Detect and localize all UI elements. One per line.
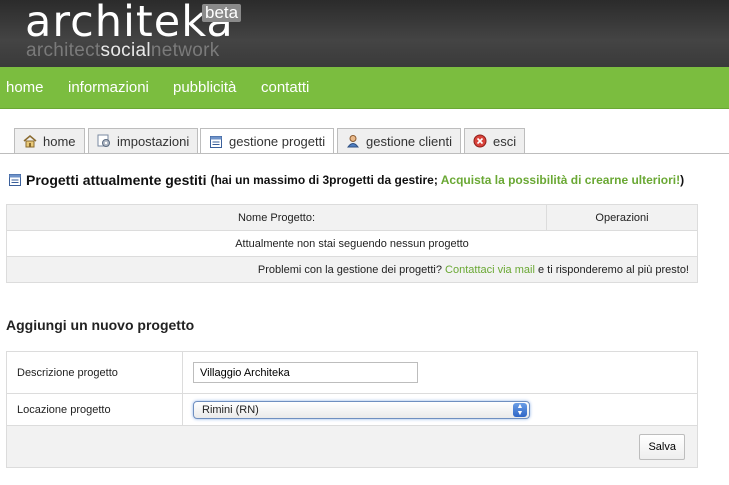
tabs-divider <box>0 153 729 154</box>
page-title: Progetti attualmente gestiti <box>26 172 207 188</box>
projects-section-title: Progetti attualmente gestiti (hai un mas… <box>8 172 684 188</box>
tagline-part-1: architect <box>26 40 101 61</box>
logo-tagline: architectsocialnetwork <box>26 40 220 62</box>
description-input[interactable] <box>193 362 418 383</box>
tagline-part-3: network <box>150 40 220 61</box>
close-circle-icon <box>473 134 487 148</box>
tab-esci[interactable]: esci <box>464 128 526 153</box>
description-label: Descrizione progetto <box>6 351 183 394</box>
help-row: Problemi con la gestione dei progetti? C… <box>6 256 698 283</box>
settings-icon <box>97 134 111 148</box>
add-project-title: Aggiungi un nuovo progetto <box>6 317 195 333</box>
limit-text: (hai un massimo di 3progetti da gestire; <box>210 173 438 187</box>
form-row-description: Descrizione progetto <box>6 351 698 394</box>
table-header-row: Nome Progetto: Operazioni <box>6 204 698 231</box>
tab-label: gestione progetti <box>229 134 326 149</box>
projects-table: Nome Progetto: Operazioni Attualmente no… <box>6 204 698 283</box>
main-nav: home informazioni pubblicità contatti <box>0 67 729 109</box>
document-icon <box>209 135 223 149</box>
help-message: Problemi con la gestione dei progetti? C… <box>6 256 698 283</box>
nav-informazioni[interactable]: informazioni <box>68 79 149 96</box>
form-footer-row: Salva <box>6 425 698 468</box>
help-prefix: Problemi con la gestione dei progetti? <box>257 263 442 276</box>
tab-impostazioni[interactable]: impostazioni <box>88 128 199 153</box>
location-cell: Rimini (RN) ▲ ▼ <box>182 393 698 426</box>
tab-label: esci <box>493 133 517 149</box>
projects-limit-note: (hai un massimo di 3progetti da gestire;… <box>210 173 684 187</box>
tab-label: gestione clienti <box>366 133 452 149</box>
nav-home[interactable]: home <box>6 79 44 96</box>
contact-mail-link[interactable]: Contattaci via mail <box>445 264 535 276</box>
house-icon <box>23 134 37 148</box>
help-suffix: e ti risponderemo al più presto! <box>537 263 689 276</box>
location-label: Locazione progetto <box>6 393 183 426</box>
nav-contatti[interactable]: contatti <box>261 79 309 96</box>
tab-gestione-progetti[interactable]: gestione progetti <box>200 128 335 154</box>
column-header-operations: Operazioni <box>546 204 698 231</box>
form-footer: Salva <box>6 425 698 468</box>
description-cell <box>182 351 698 394</box>
tab-gestione-clienti[interactable]: gestione clienti <box>337 128 461 153</box>
nav-pubblicita[interactable]: pubblicità <box>173 79 236 96</box>
buy-more-link[interactable]: Acquista la possibilità di crearne ulter… <box>441 173 680 187</box>
table-row: Attualmente non stai seguendo nessun pro… <box>6 230 698 257</box>
document-icon <box>8 173 22 187</box>
add-project-form: Descrizione progetto Locazione progetto … <box>6 351 698 468</box>
location-selected-value: Rimini (RN) <box>202 403 259 416</box>
limit-close: ) <box>680 173 685 187</box>
tab-home[interactable]: home <box>14 128 85 153</box>
site-header: architeka beta architectsocialnetwork <box>0 0 729 67</box>
empty-message: Attualmente non stai seguendo nessun pro… <box>6 230 698 257</box>
column-header-name: Nome Progetto: <box>6 204 547 231</box>
save-button[interactable]: Salva <box>639 433 685 460</box>
location-select[interactable]: Rimini (RN) ▲ ▼ <box>193 400 530 419</box>
user-icon <box>346 134 360 148</box>
beta-badge: beta <box>202 4 242 22</box>
tagline-part-2: social <box>100 40 151 61</box>
tab-label: home <box>43 133 76 149</box>
form-row-location: Locazione progetto Rimini (RN) ▲ ▼ <box>6 393 698 426</box>
select-arrows-icon: ▲ ▼ <box>513 402 527 417</box>
tab-label: impostazioni <box>117 133 190 149</box>
